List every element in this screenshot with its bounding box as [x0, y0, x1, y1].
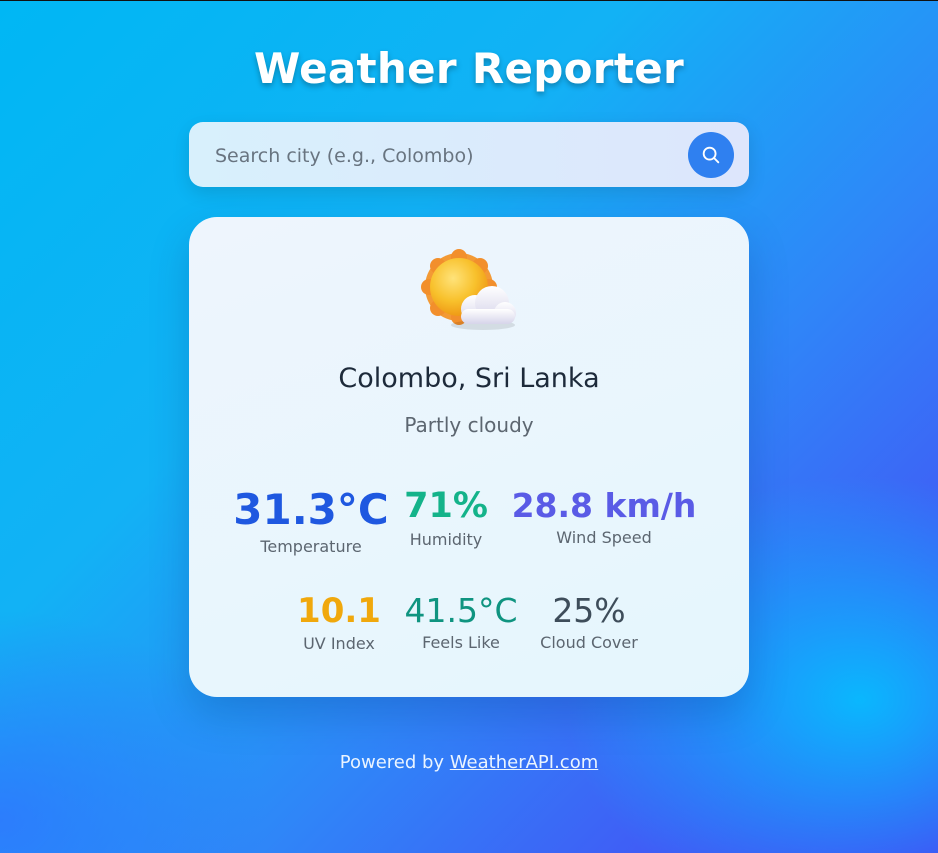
stat-value: 41.5°C	[404, 591, 518, 630]
window-top-border	[0, 0, 938, 1]
search-bar	[189, 122, 749, 189]
stat-value: 71%	[404, 486, 488, 526]
stat-cloud-cover: 25% Cloud Cover	[535, 594, 643, 652]
page-title: Weather Reporter	[254, 44, 684, 93]
stat-value: 10.1	[297, 591, 381, 631]
partly-cloudy-icon	[421, 249, 516, 330]
stat-value: 28.8 km/h	[511, 486, 697, 525]
stat-humidity: 71% Humidity	[397, 486, 495, 550]
stat-label: UV Index	[303, 634, 375, 653]
search-button[interactable]	[688, 132, 734, 178]
stat-value: 25%	[552, 591, 626, 630]
stat-temperature: 31.3°C Temperature	[233, 485, 389, 557]
stat-label: Cloud Cover	[540, 633, 638, 652]
stat-value: 31.3°C	[233, 485, 389, 534]
weatherapi-link[interactable]: WeatherAPI.com	[450, 752, 598, 773]
weather-condition: Partly cloudy	[404, 413, 534, 437]
search-icon	[702, 146, 720, 164]
stat-uv-index: 10.1 UV Index	[293, 594, 385, 653]
location-name: Colombo, Sri Lanka	[338, 363, 600, 394]
stat-label: Feels Like	[422, 633, 500, 652]
stat-label: Humidity	[409, 530, 483, 549]
stat-feels-like: 41.5°C Feels Like	[399, 594, 523, 652]
footer-text: Powered by	[339, 752, 445, 773]
footer: Powered by WeatherAPI.com	[0, 752, 938, 773]
search-input[interactable]	[213, 122, 677, 189]
stat-label: Wind Speed	[556, 528, 652, 547]
weather-card: Colombo, Sri Lanka Partly cloudy 31.3°C …	[189, 217, 749, 697]
stat-wind-speed: 28.8 km/h Wind Speed	[507, 489, 701, 547]
stat-label: Temperature	[260, 537, 362, 556]
